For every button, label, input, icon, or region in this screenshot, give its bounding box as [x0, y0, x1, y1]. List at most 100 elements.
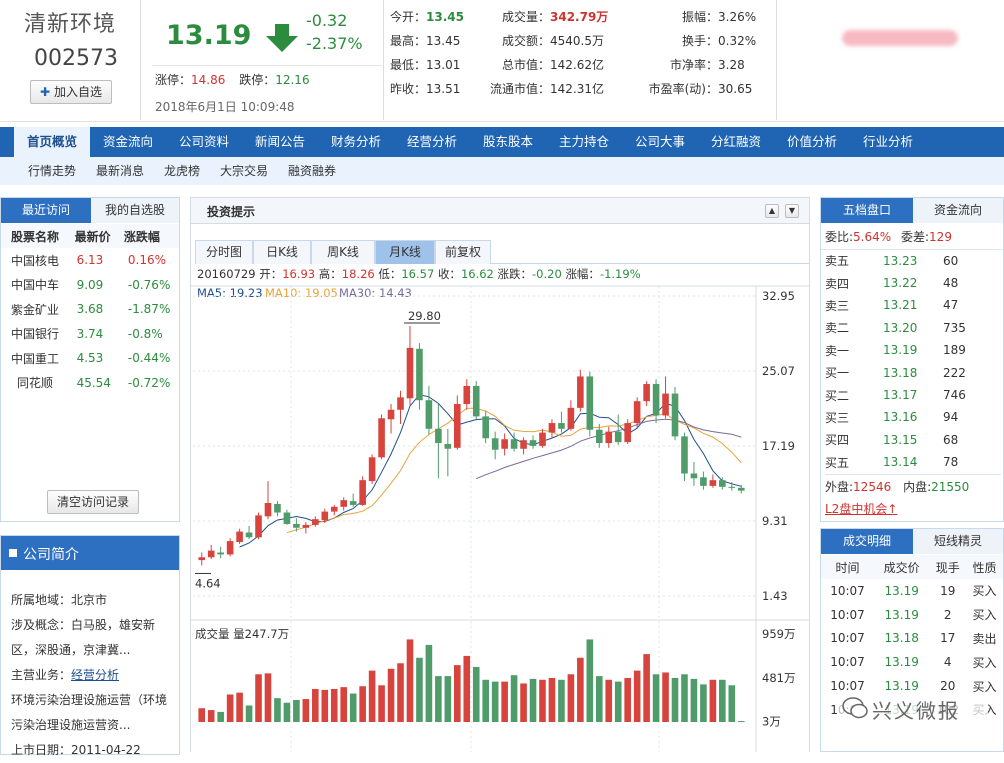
kline-tab[interactable]: 分时图	[195, 240, 253, 264]
candle-body	[359, 480, 366, 505]
clear-history-button[interactable]: 清空访问记录	[47, 490, 139, 514]
candle-body	[614, 431, 622, 443]
subnav-item[interactable]: 龙虎榜	[164, 157, 200, 185]
nav-tab[interactable]: 资金流向	[90, 127, 166, 157]
table-row: 10:07 13.19 4 买入	[821, 650, 1003, 674]
stock-name-cell[interactable]: 中国重工	[1, 346, 69, 371]
collapse-up-button[interactable]: ▲	[765, 204, 779, 218]
chart-panel: 投资提示 ▲ ▼ 分时图 日K线 周K线 月K线 前复权 20160729 开：16.9…	[190, 197, 810, 752]
detail-cell: 19	[940, 583, 956, 598]
down-arrow-icon	[266, 24, 298, 52]
nav-tab[interactable]: 公司大事	[622, 127, 698, 157]
volume-bar	[520, 683, 527, 722]
table-row[interactable]: 紫金矿业 3.68 -1.87%	[1, 297, 179, 322]
nav-tab[interactable]: 股东股本	[470, 127, 546, 157]
l2-opportunity-link[interactable]: L2盘中机会↑	[825, 500, 897, 517]
detail-cell: 4	[943, 655, 952, 670]
nav-tab[interactable]: 价值分析	[774, 127, 850, 157]
quote-label: 市盈率(动)：	[648, 82, 718, 96]
quote-value: 3.28	[718, 58, 745, 72]
book-level: 卖四	[825, 276, 850, 291]
add-watchlist-button[interactable]: ✚ 加入自选	[30, 80, 112, 104]
candle-body	[207, 550, 215, 558]
volume-bar	[207, 710, 215, 722]
nav-tab[interactable]: 新闻公告	[242, 127, 318, 157]
nav-tab[interactable]: 经营分析	[394, 127, 470, 157]
subnav-item[interactable]: 大宗交易	[220, 157, 268, 185]
tab-order-book[interactable]: 五档盘口	[821, 198, 913, 223]
nav-tab[interactable]: 公司资料	[166, 127, 242, 157]
stock-name-cell[interactable]: 中国银行	[1, 322, 69, 347]
volume-bar	[302, 699, 310, 722]
stock-name-cell[interactable]: 同花顺	[1, 371, 69, 396]
candle-body	[577, 376, 584, 408]
wechat-icon	[842, 697, 868, 719]
tab-fund-flow[interactable]: 资金流向	[913, 198, 1003, 223]
tab-short-term[interactable]: 短线精灵	[913, 529, 1003, 554]
change-cell: -1.87%	[127, 302, 171, 317]
candle-body	[719, 480, 726, 487]
info-l_l: 低：	[378, 267, 401, 281]
blurred-ad	[842, 30, 958, 46]
quote-cell: 成交额：4540.5万	[490, 32, 604, 49]
kline-tab[interactable]: 周K线	[311, 240, 375, 264]
order-book-row: 卖三 13.21 47	[821, 294, 1003, 316]
book-price: 13.21	[883, 298, 918, 313]
table-row[interactable]: 同花顺 45.54 -0.72%	[1, 371, 179, 396]
tab-recent[interactable]: 最近访问	[1, 198, 91, 223]
stock-name: 清新环境	[24, 12, 117, 37]
stock-name-cell[interactable]: 中国中车	[1, 273, 69, 298]
tab-trade-detail[interactable]: 成交明细	[821, 529, 913, 554]
volume-bar	[425, 644, 433, 722]
volume-bar	[595, 676, 603, 722]
candle-body	[435, 428, 442, 444]
volume-bar	[737, 721, 745, 723]
volume-bar	[226, 694, 234, 722]
business-analysis-link[interactable]: 经营分析	[71, 668, 119, 682]
volume-bar	[728, 685, 736, 722]
candle-body	[378, 418, 385, 458]
candle-body	[700, 477, 707, 486]
candle-body	[595, 429, 603, 444]
nav-tab[interactable]: 主力持仓	[546, 127, 622, 157]
table-row[interactable]: 中国核电 6.13 0.16%	[1, 248, 179, 273]
volume-bar	[330, 688, 338, 722]
nav-tab[interactable]: 分红融资	[698, 127, 774, 157]
chart-title: 投资提示	[207, 205, 256, 219]
candle-body	[293, 523, 300, 528]
candle-body	[472, 385, 480, 417]
kline-tab[interactable]: 月K线	[375, 240, 435, 264]
nav-tab[interactable]: 行业分析	[850, 127, 926, 157]
tab-my-watchlist[interactable]: 我的自选股	[91, 198, 179, 223]
column-header: 股票名称	[11, 229, 60, 244]
quote-cell: 最低：13.01	[390, 56, 460, 73]
candle-body	[444, 444, 452, 449]
stock-name-cell[interactable]: 中国核电	[1, 248, 69, 273]
column-header: 涨跌幅	[123, 229, 160, 244]
inner-value: 21550	[931, 480, 970, 494]
weicha-value: 129	[929, 230, 952, 244]
subnav-item[interactable]: 行情走势	[28, 157, 76, 185]
subnav-item[interactable]: 最新消息	[96, 157, 144, 185]
subnav-item[interactable]: 融资融券	[288, 157, 336, 185]
table-row[interactable]: 中国中车 9.09 -0.76%	[1, 273, 179, 298]
table-row[interactable]: 中国重工 4.53 -0.44%	[1, 346, 179, 371]
info-pct_l: 涨幅：	[565, 267, 600, 281]
kline-tab[interactable]: 日K线	[253, 240, 311, 264]
candle-body	[406, 347, 414, 399]
table-row[interactable]: 中国银行 3.74 -0.8%	[1, 322, 179, 347]
region-value: 北京市	[71, 593, 108, 607]
outer-value: 12546	[853, 480, 892, 494]
kline-tab[interactable]: 前复权	[435, 240, 491, 264]
collapse-down-button[interactable]: ▼	[785, 204, 799, 218]
candle-body	[312, 519, 319, 525]
nav-tab[interactable]: 首页概览	[14, 127, 90, 157]
candle-body	[321, 511, 329, 521]
company-profile-panel: 公司简介 所属地域：北京市 涉及概念：白马股，雄安新 区，深股通，京津冀... …	[0, 535, 180, 757]
stock-name-cell[interactable]: 紫金矿业	[1, 297, 69, 322]
current-price: 13.19	[166, 20, 252, 51]
book-level: 卖一	[825, 343, 850, 358]
detail-cell: 2	[943, 607, 952, 622]
table-header: 股票名称 最新价 涨跌幅	[1, 224, 179, 248]
nav-tab[interactable]: 财务分析	[318, 127, 394, 157]
